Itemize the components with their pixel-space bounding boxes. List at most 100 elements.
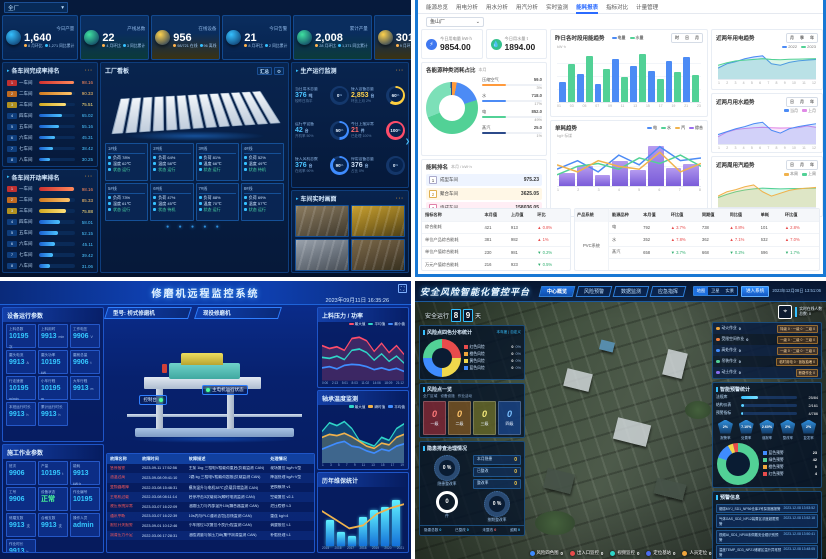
toggle-option[interactable]: 日 — [787, 161, 797, 169]
job-value: 9913 — [9, 548, 25, 553]
glance-tab[interactable]: 作业活动 — [458, 394, 472, 399]
camera-feed-3[interactable] — [295, 239, 349, 271]
toggle-option[interactable]: 时 — [672, 34, 682, 42]
map-view-toggle[interactable]: 卫星 — [708, 287, 722, 295]
kpi-value: 22 — [102, 32, 145, 44]
toggle-option[interactable]: 日 — [682, 34, 692, 42]
machine-name: 3#线 — [199, 146, 236, 154]
machine-card[interactable]: 1#线 负荷 78% 温度 62℃ 状态 运行 — [105, 143, 148, 181]
toggle-option[interactable]: 日 — [787, 98, 797, 106]
job-tile: 班次 9906 — [6, 461, 36, 485]
nav-pill[interactable]: 风险预警 — [576, 286, 613, 297]
machine-card[interactable]: 3#线 负荷 81% 温度 66℃ 状态 运行 — [196, 143, 239, 181]
report-tab[interactable]: 实时监测 — [546, 3, 568, 11]
alert-message-row[interactable]: 气体GAS_SD2_NP12装置区浓度超限预警 2023-12-08 13:52… — [716, 514, 818, 528]
report-tab[interactable]: 能源总览 — [426, 3, 448, 11]
legend-name: 水 — [482, 93, 486, 99]
job-count: 0 — [739, 360, 741, 364]
nav-pill[interactable]: 应急指挥 — [650, 286, 687, 297]
rank-badge: 6 — [7, 241, 17, 247]
machine-card[interactable]: 8#线 负荷 69% 温度 57℃ 状态 运行 — [241, 183, 284, 221]
param-unit: h — [27, 413, 29, 417]
stat-value: 0 — [514, 481, 517, 487]
machine-card[interactable]: 7#线 负荷 88% 温度 70℃ 状态 运行 — [196, 183, 239, 221]
machine-card[interactable]: 6#线 负荷 47% 温度 45℃ 状态 待机 — [150, 183, 193, 221]
rank-badge: 4 — [7, 113, 17, 119]
machine-card[interactable]: 5#线 负荷 73% 温度 61℃ 状态 运行 — [105, 183, 148, 221]
chevron-down-icon: ⌄ — [476, 19, 480, 25]
crane-3d-model[interactable]: 控制台 主电机运行状态 — [106, 322, 315, 451]
range-link[interactable]: 本年度 | 自定义 — [497, 330, 522, 335]
map-view-toggle[interactable]: 实景 — [723, 287, 737, 295]
x-tick: 21 — [684, 104, 688, 108]
toggle-option[interactable]: 年 — [807, 34, 817, 42]
legend-value: 852.0 — [532, 109, 542, 115]
more-dots-icon[interactable]: ··· — [396, 196, 404, 202]
toggle-option[interactable]: 年 — [807, 98, 817, 106]
map-legend-item[interactable]: 风险四色图 0 — [530, 550, 563, 556]
x-tick: 19 — [400, 463, 404, 467]
rank-name: 聚合车间 — [440, 191, 458, 197]
map-legend-item[interactable]: 人员定位 0 — [682, 550, 711, 556]
alert-message-row[interactable]: 视频AI_SD1_NP08未佩戴安全帽识别预警 2023-12-08 13:50… — [716, 530, 818, 544]
camera-feed-4[interactable] — [351, 239, 405, 271]
toggle-option[interactable]: 月 — [797, 98, 807, 106]
monitor-unit: 吨 — [309, 94, 313, 98]
report-tab[interactable]: 计量管理 — [636, 3, 658, 11]
report-tab[interactable]: 用电分析 — [456, 3, 478, 11]
toggle-option[interactable]: 季 — [797, 34, 807, 42]
risk-level-card[interactable]: 0 一级 — [423, 401, 446, 435]
model-tab[interactable]: 现役修磨机 — [194, 307, 282, 319]
report-tab[interactable]: 用水分析 — [486, 3, 508, 11]
rank-badge: 2 — [7, 197, 17, 203]
toggle-option[interactable]: 月 — [787, 34, 797, 42]
camera-feed-1[interactable] — [295, 205, 349, 237]
report-tab[interactable]: 能耗报表 — [576, 3, 598, 11]
plant-select[interactable]: 鱼山厂⌄ — [426, 17, 484, 27]
toggle-option[interactable]: 月 — [692, 34, 702, 42]
more-dots-icon[interactable]: ··· — [85, 68, 93, 74]
enter-system-button[interactable]: 进入系统 — [741, 286, 769, 297]
map-legend-item[interactable]: 出入口监控 0 — [570, 550, 603, 556]
plant-filter-select[interactable]: 全厂▾ — [4, 2, 68, 13]
toggle-option[interactable]: 年 — [807, 161, 817, 169]
rank-row: 6 六车间 45.11 — [3, 239, 97, 250]
machine-card[interactable]: 4#线 负荷 52% 温度 49℃ 状态 待机 — [241, 143, 284, 181]
more-dots-icon[interactable]: ··· — [396, 68, 404, 74]
factory-3d-model[interactable] — [101, 77, 288, 143]
kpi-3d-coin-icon — [378, 30, 393, 45]
rank-row: 3 三车间 75.51 — [3, 99, 97, 110]
x-tick: 21:12 — [396, 381, 404, 385]
camera-feed-2[interactable] — [351, 205, 405, 237]
map-legend-item[interactable]: 定位基站 0 — [646, 550, 675, 556]
crane-hopper — [181, 353, 223, 365]
more-dots-icon[interactable]: ··· — [85, 174, 93, 180]
risk-level-card[interactable]: 0 三级 — [473, 401, 496, 435]
bar — [577, 74, 584, 102]
glance-tab[interactable]: 设备设施 — [440, 394, 454, 399]
report-tab[interactable]: 用汽分析 — [516, 3, 538, 11]
legend-color-square — [763, 451, 767, 455]
map-legend-item[interactable]: 视频监控 0 — [610, 550, 639, 556]
donut-legend-row: 蒸汽25.0 1% — [482, 125, 542, 138]
board-gear-icon[interactable]: ⚙ — [274, 67, 284, 75]
alert-message-row[interactable]: 烟感MYJ_SD1_NP56仓库3号探测器报警 2023-12-08 13:53… — [716, 504, 818, 513]
shield-icon: 2% — [718, 420, 733, 434]
toggle-option[interactable]: 月 — [797, 161, 807, 169]
risk-level-card[interactable]: 0 二级 — [448, 401, 471, 435]
report-tab[interactable]: 指标对比 — [606, 3, 628, 11]
map-view-toggle[interactable]: 地图 — [694, 287, 708, 295]
risk-level-card[interactable]: 0 四级 — [498, 401, 521, 435]
nav-pill[interactable]: 中心概览 — [539, 286, 576, 297]
electricity-bolt-icon: ⚡ — [426, 39, 437, 50]
board-view-select[interactable]: 汇总 — [257, 67, 272, 75]
nav-pill[interactable]: 数据监测 — [613, 286, 650, 297]
model-tab[interactable]: 型号: 桥式修磨机 — [104, 307, 192, 319]
param-tile: 磨削总量 9906 t — [70, 350, 100, 374]
fullscreen-icon[interactable]: ⛶ — [398, 284, 407, 293]
carousel-dots[interactable]: ● ● ● ● ● — [101, 221, 288, 230]
scene-switch-button[interactable]: ⌖ — [778, 305, 792, 319]
glance-tab[interactable]: 全厂区域 — [423, 394, 437, 399]
machine-card[interactable]: 2#线 负荷 64% 温度 58℃ 状态 运行 — [150, 143, 193, 181]
alert-message-row[interactable]: 温度TEMP_SD3_NP21储罐区温升异常预警 2023-12-08 13:4… — [716, 545, 818, 559]
